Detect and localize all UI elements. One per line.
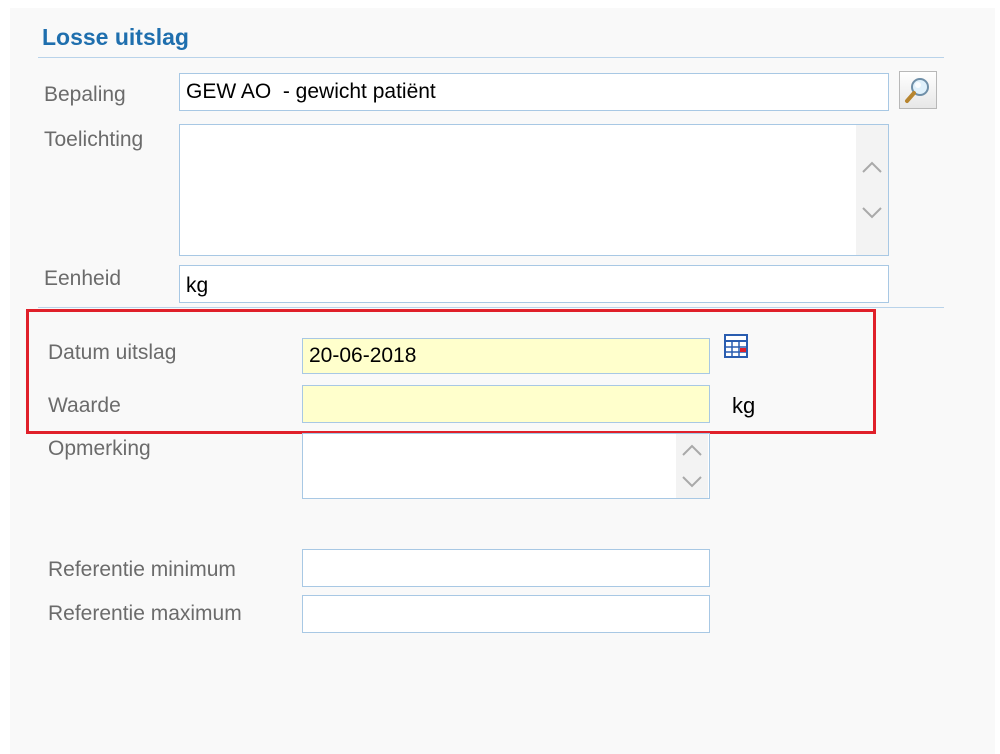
- eenheid-field[interactable]: [179, 265, 889, 303]
- opmerking-label: Opmerking: [48, 437, 151, 460]
- datum-uitslag-field[interactable]: [302, 338, 710, 374]
- scroll-down-icon[interactable]: [676, 468, 708, 496]
- opmerking-textarea[interactable]: [302, 433, 710, 499]
- bepaling-field[interactable]: [179, 73, 889, 111]
- toelichting-textarea[interactable]: [179, 124, 889, 256]
- magnifier-icon: [905, 78, 929, 103]
- title-divider: [38, 57, 944, 58]
- referentie-minimum-label: Referentie minimum: [48, 558, 236, 581]
- toelichting-scrollbar[interactable]: [856, 125, 888, 255]
- bepaling-lookup-button[interactable]: [899, 71, 937, 109]
- toelichting-label: Toelichting: [44, 128, 144, 151]
- waarde-label: Waarde: [48, 394, 121, 417]
- section-divider: [38, 307, 944, 308]
- calendar-icon: [724, 334, 748, 358]
- scroll-up-icon[interactable]: [856, 153, 888, 181]
- waarde-field[interactable]: [302, 385, 710, 423]
- scroll-down-icon[interactable]: [856, 199, 888, 227]
- referentie-minimum-field[interactable]: [302, 549, 710, 587]
- waarde-unit: kg: [732, 393, 756, 418]
- result-form-panel: [10, 8, 995, 754]
- section-title: Losse uitslag: [42, 24, 189, 50]
- referentie-maximum-field[interactable]: [302, 595, 710, 633]
- referentie-maximum-label: Referentie maximum: [48, 602, 242, 625]
- calendar-button[interactable]: [720, 330, 752, 362]
- bepaling-label: Bepaling: [44, 83, 126, 106]
- scroll-up-icon[interactable]: [676, 436, 708, 464]
- datum-uitslag-label: Datum uitslag: [48, 341, 177, 364]
- opmerking-scrollbar[interactable]: [676, 434, 708, 498]
- eenheid-label: Eenheid: [44, 267, 122, 290]
